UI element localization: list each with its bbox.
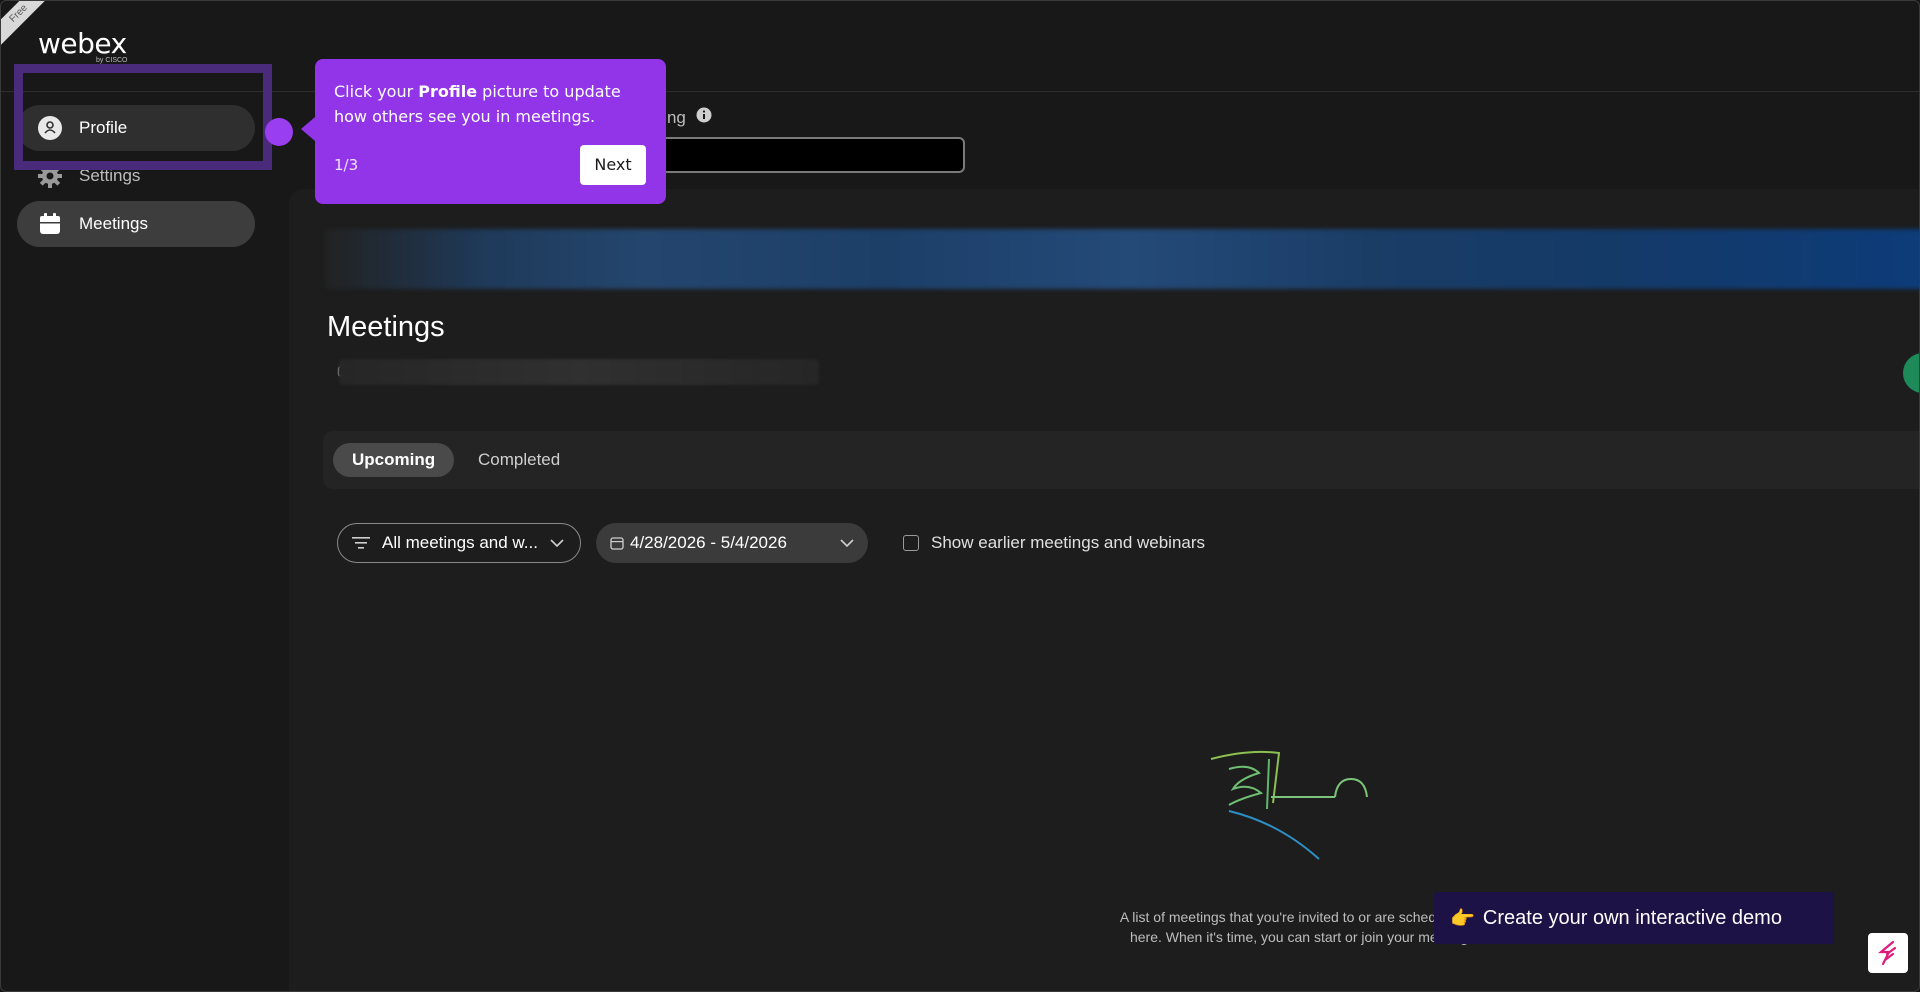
- tour-hotspot[interactable]: [265, 118, 293, 146]
- personal-room-link-blurred[interactable]: [339, 359, 819, 385]
- next-button[interactable]: Next: [580, 145, 646, 185]
- app-window: Free webex by CISCO Profile Settings Mee…: [0, 0, 1920, 992]
- demo-brand-badge[interactable]: [1868, 933, 1908, 973]
- info-icon[interactable]: [696, 107, 712, 128]
- tooltip-text-part: Click your: [334, 82, 419, 101]
- tour-step-counter: 1/3: [334, 156, 359, 174]
- gear-icon: [37, 163, 63, 189]
- sidebar-item-settings[interactable]: Settings: [17, 153, 255, 199]
- webex-logo[interactable]: webex by CISCO: [38, 27, 128, 64]
- show-earlier-label: Show earlier meetings and webinars: [931, 533, 1206, 552]
- sidebar-item-profile[interactable]: Profile: [17, 105, 255, 151]
- filter-icon: [352, 536, 370, 550]
- chevron-down-icon: [550, 538, 564, 548]
- sidebar-item-meetings[interactable]: Meetings: [17, 201, 255, 247]
- tab-upcoming[interactable]: Upcoming: [333, 443, 455, 477]
- blurred-banner: [325, 229, 1919, 289]
- sidebar-item-label: Profile: [79, 118, 128, 137]
- start-meeting-button-edge[interactable]: [1903, 353, 1919, 393]
- tooltip-arrow: [301, 117, 315, 141]
- calendar-icon: [37, 211, 63, 237]
- logo-wordmark: webex: [38, 27, 127, 60]
- tooltip-text-bold: Profile: [418, 82, 478, 101]
- filter-label: All meetings and w...: [382, 533, 538, 552]
- user-icon: [37, 115, 63, 141]
- main-content: Meetings Upcoming Completed All meetings…: [289, 189, 1919, 991]
- show-earlier-checkbox[interactable]: [903, 535, 919, 551]
- pointing-hand-icon: 👉: [1450, 907, 1475, 930]
- join-meeting-input[interactable]: [641, 137, 965, 173]
- sidebar-item-label: Meetings: [79, 214, 148, 233]
- brand-logo-icon: [1877, 940, 1897, 966]
- tabs: Upcoming Completed: [323, 431, 1919, 489]
- cta-label: Create your own interactive demo: [1482, 906, 1782, 929]
- chevron-down-icon: [840, 538, 854, 548]
- show-earlier-toggle[interactable]: Show earlier meetings and webinars: [903, 533, 1205, 553]
- sidebar-item-label: Settings: [79, 166, 141, 185]
- calendar-small-icon: [610, 536, 624, 550]
- tab-completed[interactable]: Completed: [459, 443, 579, 477]
- tour-tooltip: Click your Profile picture to update how…: [301, 59, 666, 204]
- date-range-picker[interactable]: 4/28/2026 - 5/4/2026: [596, 523, 868, 563]
- header-divider: [1, 91, 1919, 92]
- tooltip-text: Click your Profile picture to update how…: [334, 79, 652, 129]
- empty-state-illustration: [1210, 750, 1368, 860]
- create-demo-button[interactable]: 👉 Create your own interactive demo: [1434, 892, 1834, 944]
- page-title: Meetings: [327, 311, 445, 343]
- date-range-label: 4/28/2026 - 5/4/2026: [630, 533, 787, 552]
- logo-byline: by CISCO: [96, 57, 128, 64]
- meeting-type-filter[interactable]: All meetings and w...: [337, 523, 581, 563]
